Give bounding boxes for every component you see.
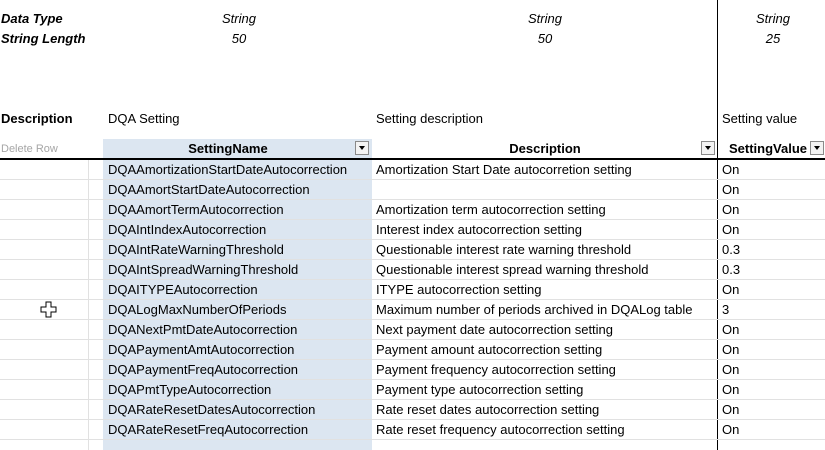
setting-value-cell[interactable]: 0.3 xyxy=(718,260,825,280)
description-filter-button[interactable] xyxy=(701,141,715,155)
string-length-label: String Length xyxy=(1,31,86,46)
setting-name-type: String xyxy=(222,11,256,26)
setting-name-cell[interactable]: DQAIntIndexAutocorrection xyxy=(103,220,372,240)
description-cell[interactable]: Next payment date autocorrection setting xyxy=(372,320,718,340)
delete-row-cell[interactable] xyxy=(0,280,88,300)
table-row: DQAIntSpreadWarningThreshold Questionable… xyxy=(0,260,825,280)
table-row: DQAIntIndexAutocorrection Interest index … xyxy=(0,220,825,240)
table-row: DQAAmortTermAutocorrection Amortization t… xyxy=(0,200,825,220)
setting-value-header: SettingValue xyxy=(728,141,808,156)
description-type: String xyxy=(528,11,562,26)
delete-row-cell[interactable] xyxy=(0,220,88,240)
description-cell[interactable] xyxy=(372,180,718,200)
table-row: DQALogMaxNumberOfPeriods Maximum number o… xyxy=(0,300,825,320)
setting-value-length: 25 xyxy=(765,31,781,46)
setting-value-cell[interactable]: On xyxy=(718,320,825,340)
description-cell[interactable]: Payment frequency autocorrection setting xyxy=(372,360,718,380)
data-type-label: Data Type xyxy=(1,11,63,26)
description-cell[interactable]: Questionable interest spread warning thr… xyxy=(372,260,718,280)
name-column-tail xyxy=(103,440,372,450)
delete-row-cell[interactable] xyxy=(0,180,88,200)
delete-row-cell[interactable] xyxy=(0,340,88,360)
description-cell[interactable]: Interest index autocorrection setting xyxy=(372,220,718,240)
setting-value-cell[interactable]: On xyxy=(718,420,825,440)
description-cell[interactable]: Maximum number of periods archived in DQ… xyxy=(372,300,718,320)
setting-description-caption: Setting description xyxy=(376,111,483,126)
setting-name-cell[interactable]: DQAIntRateWarningThreshold xyxy=(103,240,372,260)
setting-value-type: String xyxy=(756,11,790,26)
setting-value-cell[interactable]: On xyxy=(718,380,825,400)
table-row: DQAPaymentFreqAutocorrection Payment freq… xyxy=(0,360,825,380)
delete-row-cell[interactable] xyxy=(0,360,88,380)
setting-name-cell[interactable]: DQANextPmtDateAutocorrection xyxy=(103,320,372,340)
delete-row-cell[interactable] xyxy=(0,200,88,220)
setting-name-cell[interactable]: DQAPaymentFreqAutocorrection xyxy=(103,360,372,380)
setting-name-cell[interactable]: DQALogMaxNumberOfPeriods xyxy=(103,300,372,320)
setting-value-cell[interactable]: On xyxy=(718,200,825,220)
delete-row-cell[interactable] xyxy=(0,320,88,340)
setting-value-cell[interactable]: On xyxy=(718,360,825,380)
setting-name-cell[interactable]: DQAPaymentAmtAutocorrection xyxy=(103,340,372,360)
description-cell[interactable]: Amortization term autocorrection setting xyxy=(372,200,718,220)
gridline-vertical xyxy=(88,160,89,450)
table-row: DQANextPmtDateAutocorrection Next payment… xyxy=(0,320,825,340)
setting-value-cell[interactable]: On xyxy=(718,280,825,300)
table-row: DQAAmortizationStartDateAutocorrection Am… xyxy=(0,160,825,180)
delete-row-cell[interactable] xyxy=(0,380,88,400)
table-row: DQAIntRateWarningThreshold Questionable i… xyxy=(0,240,825,260)
description-caption: Description xyxy=(1,111,73,126)
setting-name-cell[interactable]: DQARateResetFreqAutocorrection xyxy=(103,420,372,440)
delete-row-cell[interactable] xyxy=(0,420,88,440)
move-cursor-icon xyxy=(40,301,57,318)
setting-value-cell[interactable]: On xyxy=(718,340,825,360)
delete-row-cell[interactable] xyxy=(0,400,88,420)
table-row: DQAPaymentAmtAutocorrection Payment amoun… xyxy=(0,340,825,360)
setting-name-cell[interactable]: DQARateResetDatesAutocorrection xyxy=(103,400,372,420)
setting-name-cell[interactable]: DQAAmortizationStartDateAutocorrection xyxy=(103,160,372,180)
setting-name-cell[interactable]: DQAIntSpreadWarningThreshold xyxy=(103,260,372,280)
setting-value-cell[interactable]: On xyxy=(718,400,825,420)
setting-name-cell[interactable]: DQAAmortTermAutocorrection xyxy=(103,200,372,220)
setting-value-cell[interactable]: 0.3 xyxy=(718,240,825,260)
description-cell[interactable]: Rate reset frequency autocorrection sett… xyxy=(372,420,718,440)
description-header: Description xyxy=(509,141,581,156)
setting-name-cell[interactable]: DQAAmortStartDateAutocorrection xyxy=(103,180,372,200)
table-row: DQAITYPEAutocorrection ITYPE autocorrecti… xyxy=(0,280,825,300)
description-cell[interactable]: ITYPE autocorrection setting xyxy=(372,280,718,300)
description-cell[interactable]: Payment type autocorrection setting xyxy=(372,380,718,400)
table-row: DQARateResetDatesAutocorrection Rate rese… xyxy=(0,400,825,420)
setting-name-filter-button[interactable] xyxy=(355,141,369,155)
setting-name-cell[interactable]: DQAPmtTypeAutocorrection xyxy=(103,380,372,400)
description-cell[interactable]: Rate reset dates autocorrection setting xyxy=(372,400,718,420)
setting-name-length: 50 xyxy=(231,31,247,46)
setting-value-cell[interactable]: On xyxy=(718,160,825,180)
description-cell[interactable]: Amortization Start Date autocorretion se… xyxy=(372,160,718,180)
setting-value-cell[interactable]: On xyxy=(718,180,825,200)
setting-value-cell[interactable]: 3 xyxy=(718,300,825,320)
setting-name-cell[interactable]: DQAITYPEAutocorrection xyxy=(103,280,372,300)
setting-value-caption: Setting value xyxy=(722,111,798,126)
setting-value-filter-button[interactable] xyxy=(810,141,824,155)
table-row: DQAAmortStartDateAutocorrection On xyxy=(0,180,825,200)
delete-row-cell[interactable] xyxy=(0,160,88,180)
setting-value-cell[interactable]: On xyxy=(718,220,825,240)
delete-row-cell[interactable] xyxy=(0,240,88,260)
delete-row-cell[interactable] xyxy=(0,260,88,280)
description-length: 50 xyxy=(537,31,553,46)
delete-row-link[interactable]: Delete Row xyxy=(1,143,58,155)
dqa-setting-caption: DQA Setting xyxy=(108,111,180,126)
table-row: DQAPmtTypeAutocorrection Payment type aut… xyxy=(0,380,825,400)
table-row: DQARateResetFreqAutocorrection Rate reset… xyxy=(0,420,825,440)
setting-name-header: SettingName xyxy=(188,141,268,156)
description-cell[interactable]: Questionable interest rate warning thres… xyxy=(372,240,718,260)
description-cell[interactable]: Payment amount autocorrection setting xyxy=(372,340,718,360)
